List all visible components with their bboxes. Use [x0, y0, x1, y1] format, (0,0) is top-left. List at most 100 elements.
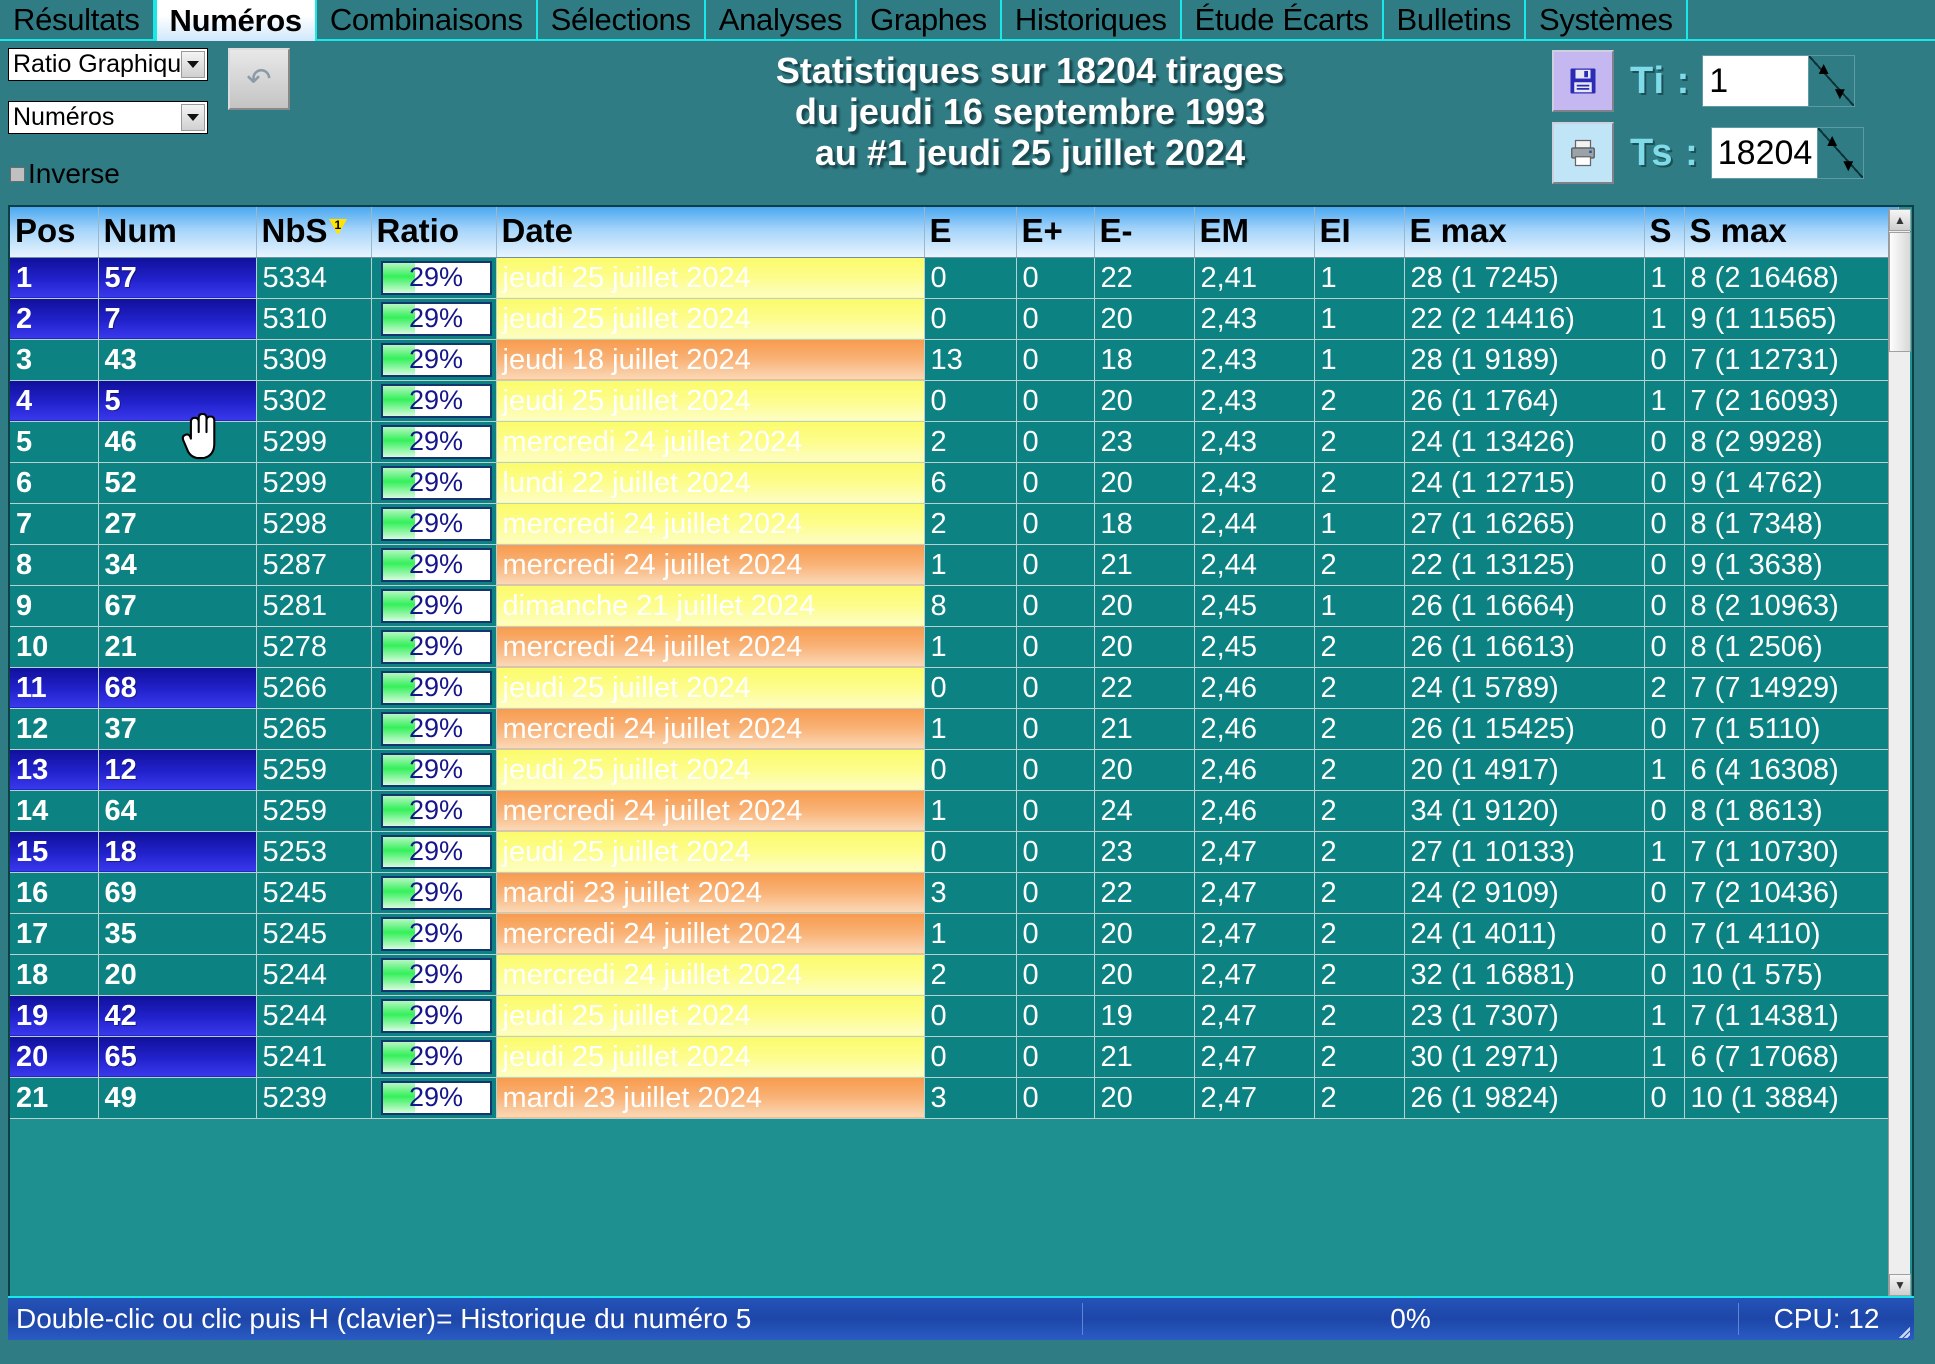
- col-header-s[interactable]: S: [1644, 207, 1685, 258]
- cell-date[interactable]: jeudi 25 juillet 2024: [496, 257, 925, 299]
- cell-e[interactable]: 1: [924, 913, 1017, 955]
- cell-smax[interactable]: 7 (2 10436): [1684, 872, 1899, 914]
- table-row[interactable]: 13 12 5259 29% jeudi 25 juillet 2024 0 0 20 2,46…: [10, 749, 1899, 791]
- cell-num[interactable]: 52: [98, 462, 257, 504]
- cell-ratio[interactable]: 29%: [371, 790, 497, 832]
- table-row[interactable]: 12 37 5265 29% mercredi 24 juillet 2024 1 0 21 2…: [10, 708, 1899, 750]
- cell-e[interactable]: 0: [924, 831, 1017, 873]
- cell-s[interactable]: 0: [1644, 544, 1685, 586]
- cell-num[interactable]: 18: [98, 831, 257, 873]
- col-header-pos[interactable]: Pos: [10, 207, 99, 258]
- cell-em[interactable]: 2,45: [1194, 585, 1315, 627]
- cell-ei[interactable]: 2: [1314, 380, 1405, 422]
- cell-ratio[interactable]: 29%: [371, 1077, 497, 1119]
- col-header-smax[interactable]: S max: [1684, 207, 1899, 258]
- cell-eplus[interactable]: 0: [1016, 913, 1095, 955]
- cell-eplus[interactable]: 0: [1016, 708, 1095, 750]
- cell-ratio[interactable]: 29%: [371, 708, 497, 750]
- cell-ratio[interactable]: 29%: [371, 462, 497, 504]
- cell-em[interactable]: 2,43: [1194, 421, 1315, 463]
- cell-pos[interactable]: 1: [10, 257, 99, 299]
- cell-smax[interactable]: 8 (2 10963): [1684, 585, 1899, 627]
- cell-s[interactable]: 1: [1644, 257, 1685, 299]
- cell-e[interactable]: 2: [924, 421, 1017, 463]
- cell-eplus[interactable]: 0: [1016, 954, 1095, 996]
- cell-pos[interactable]: 2: [10, 298, 99, 340]
- mode-combo[interactable]: Ratio Graphique: [8, 48, 208, 81]
- cell-date[interactable]: lundi 22 juillet 2024: [496, 462, 925, 504]
- cell-eplus[interactable]: 0: [1016, 503, 1095, 545]
- cell-nbs[interactable]: 5259: [256, 749, 372, 791]
- cell-date[interactable]: jeudi 25 juillet 2024: [496, 1036, 925, 1078]
- cell-num[interactable]: 7: [98, 298, 257, 340]
- cell-e[interactable]: 1: [924, 708, 1017, 750]
- cell-emax[interactable]: 27 (1 10133): [1404, 831, 1645, 873]
- cell-e[interactable]: 2: [924, 503, 1017, 545]
- cell-pos[interactable]: 5: [10, 421, 99, 463]
- undo-button[interactable]: ↶: [228, 48, 290, 110]
- cell-nbs[interactable]: 5298: [256, 503, 372, 545]
- cell-emax[interactable]: 23 (1 7307): [1404, 995, 1645, 1037]
- cell-nbs[interactable]: 5278: [256, 626, 372, 668]
- cell-e[interactable]: 1: [924, 790, 1017, 832]
- tab-etude-ecarts[interactable]: Étude Écarts: [1181, 0, 1384, 39]
- cell-ratio[interactable]: 29%: [371, 749, 497, 791]
- inverse-checkbox-row[interactable]: Inverse: [10, 160, 120, 188]
- cell-ratio[interactable]: 29%: [371, 503, 497, 545]
- cell-pos[interactable]: 17: [10, 913, 99, 955]
- table-row[interactable]: 6 52 5299 29% lundi 22 juillet 2024 6 0 20 2,43 2…: [10, 462, 1899, 504]
- cell-ei[interactable]: 2: [1314, 872, 1405, 914]
- cell-smax[interactable]: 7 (1 12731): [1684, 339, 1899, 381]
- cell-nbs[interactable]: 5265: [256, 708, 372, 750]
- cell-num[interactable]: 57: [98, 257, 257, 299]
- cell-nbs[interactable]: 5253: [256, 831, 372, 873]
- cell-eplus[interactable]: 0: [1016, 585, 1095, 627]
- cell-em[interactable]: 2,46: [1194, 749, 1315, 791]
- cell-smax[interactable]: 6 (4 16308): [1684, 749, 1899, 791]
- table-row[interactable]: 17 35 5245 29% mercredi 24 juillet 2024 1 0 20 2…: [10, 913, 1899, 955]
- col-header-num[interactable]: Num: [98, 207, 257, 258]
- cell-date[interactable]: mardi 23 juillet 2024: [496, 1077, 925, 1119]
- ti-spin-buttons[interactable]: ▲ ▼: [1808, 56, 1855, 106]
- cell-s[interactable]: 0: [1644, 872, 1685, 914]
- cell-eminus[interactable]: 21: [1094, 708, 1195, 750]
- cell-ei[interactable]: 1: [1314, 257, 1405, 299]
- cell-num[interactable]: 69: [98, 872, 257, 914]
- cell-smax[interactable]: 9 (1 4762): [1684, 462, 1899, 504]
- cell-s[interactable]: 0: [1644, 462, 1685, 504]
- table-row[interactable]: 11 68 5266 29% jeudi 25 juillet 2024 0 0 22 2,46…: [10, 667, 1899, 709]
- cell-date[interactable]: jeudi 18 juillet 2024: [496, 339, 925, 381]
- table-row[interactable]: 21 49 5239 29% mardi 23 juillet 2024 3 0 20 2,47…: [10, 1077, 1899, 1119]
- cell-eminus[interactable]: 20: [1094, 585, 1195, 627]
- cell-eminus[interactable]: 23: [1094, 421, 1195, 463]
- cell-s[interactable]: 1: [1644, 749, 1685, 791]
- cell-e[interactable]: 0: [924, 995, 1017, 1037]
- cell-em[interactable]: 2,47: [1194, 954, 1315, 996]
- cell-num[interactable]: 49: [98, 1077, 257, 1119]
- cell-s[interactable]: 1: [1644, 1036, 1685, 1078]
- cell-num[interactable]: 20: [98, 954, 257, 996]
- col-header-eplus[interactable]: E+: [1016, 207, 1095, 258]
- cell-em[interactable]: 2,46: [1194, 667, 1315, 709]
- cell-smax[interactable]: 7 (1 14381): [1684, 995, 1899, 1037]
- resize-grip-icon[interactable]: [1896, 1324, 1910, 1338]
- cell-e[interactable]: 0: [924, 749, 1017, 791]
- cell-num[interactable]: 27: [98, 503, 257, 545]
- cell-smax[interactable]: 7 (1 5110): [1684, 708, 1899, 750]
- cell-s[interactable]: 1: [1644, 831, 1685, 873]
- cell-eminus[interactable]: 20: [1094, 380, 1195, 422]
- cell-e[interactable]: 3: [924, 1077, 1017, 1119]
- cell-s[interactable]: 0: [1644, 1077, 1685, 1119]
- cell-ratio[interactable]: 29%: [371, 298, 497, 340]
- table-row[interactable]: 20 65 5241 29% jeudi 25 juillet 2024 0 0 21 2,47…: [10, 1036, 1899, 1078]
- cell-pos[interactable]: 16: [10, 872, 99, 914]
- col-header-em[interactable]: EM: [1194, 207, 1315, 258]
- cell-eplus[interactable]: 0: [1016, 380, 1095, 422]
- cell-pos[interactable]: 18: [10, 954, 99, 996]
- col-header-date[interactable]: Date: [496, 207, 925, 258]
- cell-eminus[interactable]: 23: [1094, 831, 1195, 873]
- cell-em[interactable]: 2,43: [1194, 339, 1315, 381]
- cell-smax[interactable]: 9 (1 11565): [1684, 298, 1899, 340]
- cell-eminus[interactable]: 20: [1094, 1077, 1195, 1119]
- cell-eplus[interactable]: 0: [1016, 872, 1095, 914]
